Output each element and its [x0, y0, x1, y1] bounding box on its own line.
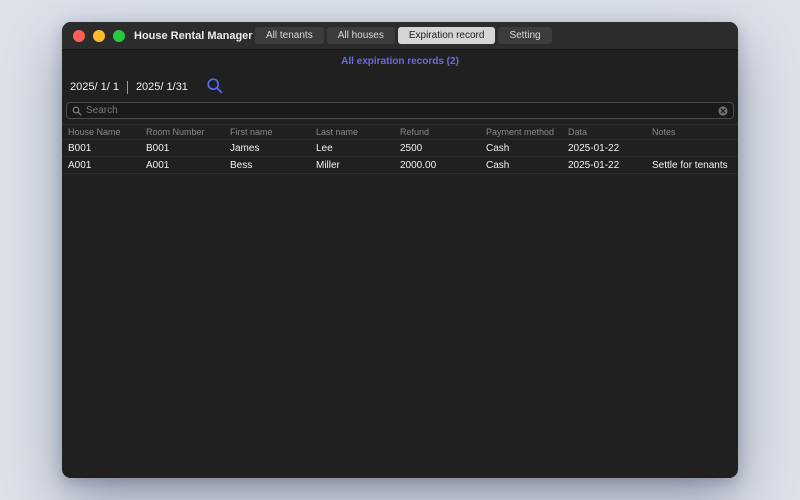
- cell-last-name: Miller: [316, 159, 340, 171]
- window-title: House Rental Manager: [134, 29, 253, 42]
- start-date-field[interactable]: 2025/ 1/ 1: [70, 81, 119, 93]
- date-field-caret: [126, 80, 128, 94]
- search-icon: [72, 106, 82, 116]
- cell-house-name: B001: [68, 142, 92, 154]
- column-header-house-name[interactable]: House Name: [68, 127, 146, 137]
- cell-room-number: B001: [146, 142, 170, 154]
- cell-refund: 2000.00: [400, 159, 437, 171]
- column-header-data[interactable]: Data: [568, 127, 652, 137]
- subheader-row: All expiration records (2): [62, 50, 738, 72]
- all-expiration-records-link[interactable]: All expiration records (2): [341, 56, 459, 67]
- cell-notes: Settle for tenants: [652, 159, 728, 171]
- end-date-field[interactable]: 2025/ 1/31: [136, 81, 188, 93]
- search-input[interactable]: [86, 105, 714, 116]
- tab-setting[interactable]: Setting: [498, 27, 552, 44]
- cell-payment-method: Cash: [486, 142, 510, 154]
- cell-data: 2025-01-22: [568, 159, 620, 171]
- column-header-payment-method[interactable]: Payment method: [486, 127, 568, 137]
- cell-last-name: Lee: [316, 142, 333, 154]
- column-header-refund[interactable]: Refund: [400, 127, 486, 137]
- cell-payment-method: Cash: [486, 159, 510, 171]
- minimize-window-button[interactable]: [93, 29, 105, 42]
- column-header-first-name[interactable]: First name: [230, 127, 316, 137]
- app-window: House Rental Manager All tenants All hou…: [62, 22, 738, 478]
- cell-house-name: A001: [68, 159, 92, 171]
- cell-first-name: James: [230, 142, 260, 154]
- table-row[interactable]: A001 A001 Bess Miller 2000.00 Cash 2025-…: [62, 157, 738, 174]
- expiration-records-table: House Name Room Number First name Last n…: [62, 124, 738, 174]
- tab-expiration-record[interactable]: Expiration record: [397, 27, 496, 44]
- tab-all-tenants[interactable]: All tenants: [255, 27, 324, 44]
- traffic-lights: [62, 29, 125, 42]
- cell-first-name: Bess: [230, 159, 253, 171]
- title-bar[interactable]: House Rental Manager All tenants All hou…: [62, 22, 738, 50]
- date-range-search-button[interactable]: [206, 77, 224, 98]
- clear-search-icon[interactable]: [718, 105, 728, 116]
- tab-all-houses[interactable]: All houses: [326, 27, 395, 44]
- cell-data: 2025-01-22: [568, 142, 620, 154]
- zoom-window-button[interactable]: [113, 29, 125, 42]
- table-row[interactable]: B001 B001 James Lee 2500 Cash 2025-01-22: [62, 140, 738, 157]
- column-header-last-name[interactable]: Last name: [316, 127, 400, 137]
- search-magnifier-icon: [206, 77, 224, 98]
- column-header-notes[interactable]: Notes: [652, 127, 732, 137]
- date-filter-row: 2025/ 1/ 1 2025/ 1/31: [62, 72, 738, 102]
- search-field-container: [66, 102, 734, 119]
- close-window-button[interactable]: [73, 29, 85, 42]
- column-header-room-number[interactable]: Room Number: [146, 127, 230, 137]
- toolbar-tabs: All tenants All houses Expiration record…: [255, 27, 552, 44]
- cell-refund: 2500: [400, 142, 423, 154]
- cell-room-number: A001: [146, 159, 170, 171]
- table-header-row: House Name Room Number First name Last n…: [62, 125, 738, 140]
